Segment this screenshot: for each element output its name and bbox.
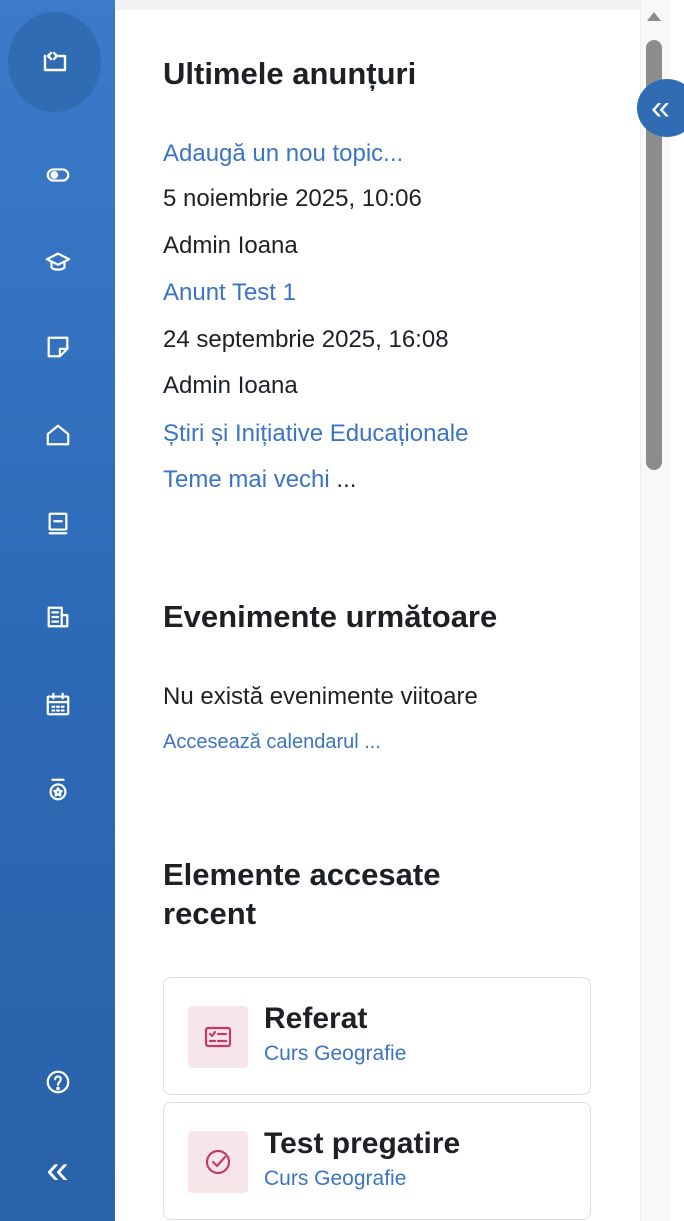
forum-link[interactable]: Știri și Inițiative Educaționale: [163, 419, 468, 449]
post-date: 5 noiembrie 2025, 10:06: [163, 185, 422, 212]
post-date: 24 septembrie 2025, 16:08: [163, 326, 449, 353]
add-topic-link[interactable]: Adaugă un nou topic...: [163, 139, 403, 169]
home-icon: [46, 424, 69, 446]
sidebar-notes-button[interactable]: [0, 327, 115, 367]
sidebar-collapse-button[interactable]: «: [0, 1147, 115, 1192]
assignment-icon: [188, 1006, 248, 1068]
upcoming-events-title: Evenimente următoare: [163, 599, 498, 634]
badge-icon: [48, 778, 67, 801]
post-author: Admin Ioana: [163, 372, 298, 399]
sidebar-calendar-button[interactable]: [0, 684, 115, 724]
sidebar-home-button[interactable]: [0, 415, 115, 455]
book-icon: [48, 512, 67, 535]
left-navigation-sidebar: «: [0, 0, 115, 1221]
note-icon: [47, 336, 68, 358]
older-topics-ellipsis: ...: [329, 466, 357, 493]
recent-item-title[interactable]: Referat: [264, 1002, 367, 1036]
right-edge: [670, 0, 684, 1221]
right-blocks-drawer: Ultimele anunțuri Adaugă un nou topic...…: [115, 0, 640, 1221]
report-icon: [47, 606, 68, 628]
sidebar-courses-button[interactable]: [0, 242, 115, 282]
help-icon: [46, 1070, 69, 1094]
recent-item-course-link[interactable]: Curs Geografie: [264, 1042, 406, 1066]
no-events-text: Nu există evenimente viitoare: [163, 683, 478, 710]
course-index-icon: [43, 51, 66, 72]
recent-items-title-line2: recent: [163, 895, 257, 931]
top-edge: [115, 0, 640, 10]
quiz-icon: [188, 1131, 248, 1193]
sidebar-badges-button[interactable]: [0, 770, 115, 810]
sidebar-book-button[interactable]: [0, 504, 115, 544]
recent-items-title-line1: Elemente accesate: [163, 857, 441, 892]
recent-item-card[interactable]: Referat Curs Geografie: [163, 977, 591, 1095]
older-topics: Teme mai vechi ...: [163, 465, 356, 495]
collapse-icon: «: [46, 1147, 69, 1192]
recent-item-card[interactable]: Test pregatire Curs Geografie: [163, 1102, 591, 1220]
sidebar-toggle-button[interactable]: [0, 155, 115, 195]
graduation-cap-icon: [45, 252, 70, 271]
post-author: Admin Ioana: [163, 232, 298, 259]
recent-item-course-link[interactable]: Curs Geografie: [264, 1167, 406, 1191]
double-chevron-left-icon: «: [651, 88, 670, 127]
post-title-link[interactable]: Anunt Test 1: [163, 278, 296, 308]
recent-item-title[interactable]: Test pregatire: [264, 1127, 460, 1161]
go-to-calendar-link[interactable]: Accesează calendarul ...: [163, 727, 381, 757]
sidebar-help-button[interactable]: [0, 1062, 115, 1102]
sidebar-reports-button[interactable]: [0, 597, 115, 637]
course-index-button[interactable]: [8, 12, 101, 112]
announcements-title: Ultimele anunțuri: [163, 56, 417, 91]
older-topics-link[interactable]: Teme mai vechi: [163, 466, 330, 493]
recent-items-title: Elemente accesate recent: [163, 856, 440, 934]
toggle-icon: [46, 168, 69, 182]
calendar-icon: [46, 692, 69, 716]
scroll-up-arrow-icon[interactable]: [647, 12, 661, 21]
